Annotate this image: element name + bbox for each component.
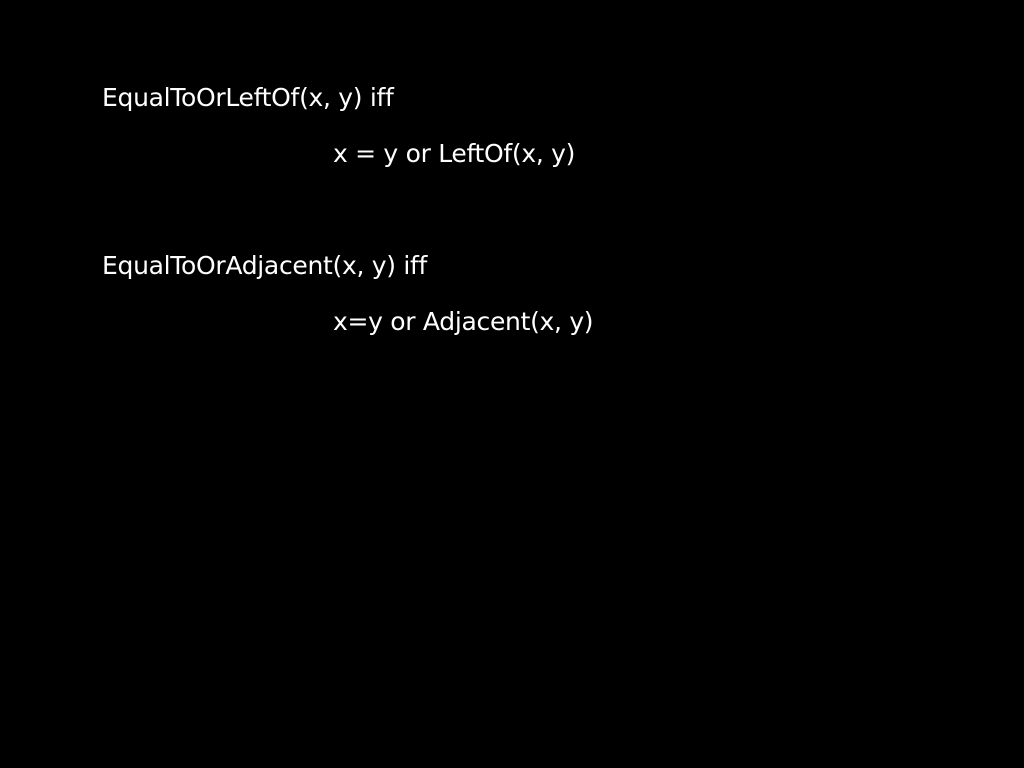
slide: EqualToOrLeftOf(x, y) iff x = y or LeftO… [0,0,1024,768]
definition-equal-to-or-adjacent-head: EqualToOrAdjacent(x, y) iff [102,251,428,280]
definition-equal-to-or-left-of-body: x = y or LeftOf(x, y) [333,139,576,168]
definition-equal-to-or-adjacent-body: x=y or Adjacent(x, y) [333,307,594,336]
definition-equal-to-or-left-of-head: EqualToOrLeftOf(x, y) iff [102,83,394,112]
